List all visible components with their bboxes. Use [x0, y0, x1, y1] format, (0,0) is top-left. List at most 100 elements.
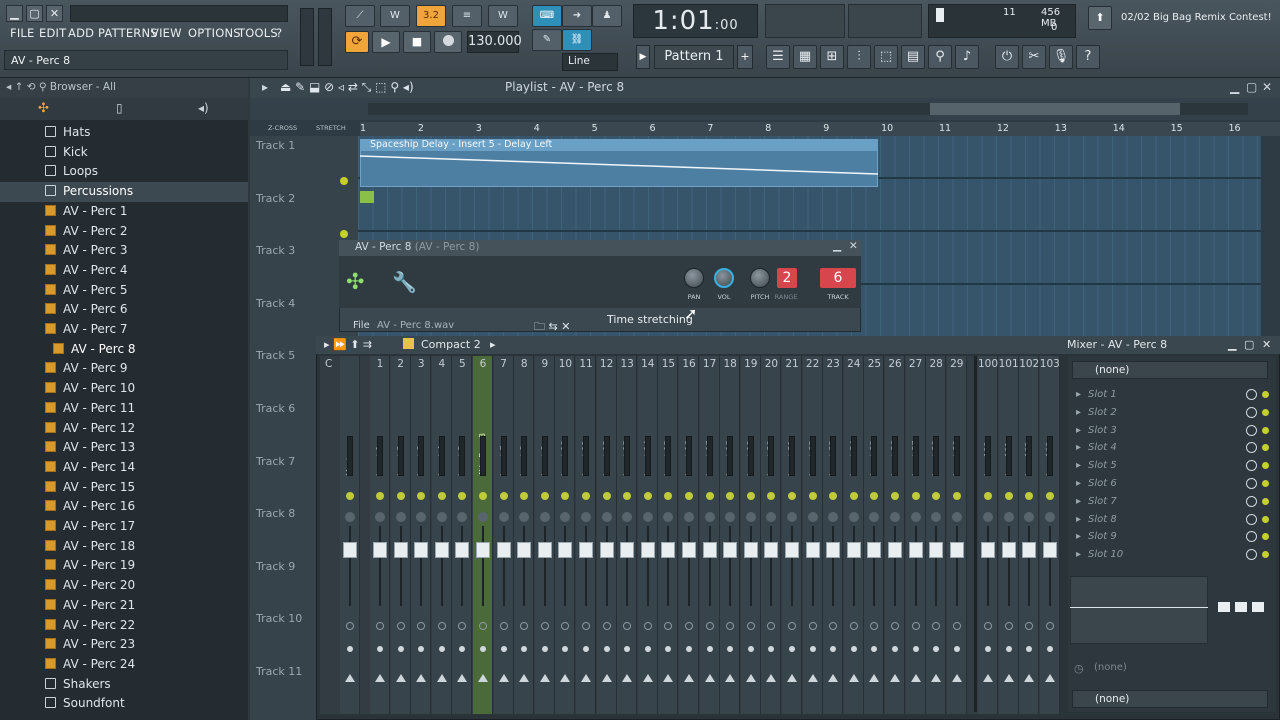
- pan-knob[interactable]: [869, 512, 880, 522]
- pan-knob[interactable]: [395, 512, 406, 522]
- pan-knob[interactable]: [1003, 512, 1014, 522]
- send-arrow-icon[interactable]: [601, 674, 612, 682]
- send-arrow-icon[interactable]: [457, 674, 468, 682]
- send-arrow-icon[interactable]: [416, 674, 427, 682]
- enable-led[interactable]: [540, 492, 549, 500]
- volume-fader[interactable]: [949, 542, 964, 558]
- volume-fader[interactable]: [867, 542, 882, 558]
- send-arrow-icon[interactable]: [869, 674, 880, 682]
- send-arrow-icon[interactable]: [910, 674, 921, 682]
- plugin-database-icon[interactable]: ⚲: [928, 45, 952, 69]
- slot-enable-led[interactable]: [1262, 444, 1269, 452]
- effect-slot[interactable]: ▸ Slot 8: [1072, 511, 1272, 529]
- slot-enable-led[interactable]: [1262, 551, 1269, 559]
- browser-folder[interactable]: Kick: [0, 143, 248, 163]
- enable-led[interactable]: [561, 492, 570, 500]
- volume-fader[interactable]: [373, 542, 387, 558]
- send-arrow-icon[interactable]: [1003, 674, 1014, 682]
- enable-led[interactable]: [911, 492, 920, 500]
- playlist-icon[interactable]: ☰: [766, 45, 790, 69]
- route-indicator[interactable]: [933, 646, 940, 652]
- master-pitch-slider[interactable]: [318, 8, 332, 66]
- slot-mix-knob[interactable]: [1246, 513, 1257, 525]
- send-arrow-icon[interactable]: [983, 674, 993, 682]
- slot-enable-led[interactable]: [1262, 533, 1269, 541]
- slot-arrow-icon[interactable]: ▸: [1076, 493, 1081, 510]
- stereo-separation-knob[interactable]: [1025, 622, 1034, 630]
- snap-icon[interactable]: ✣: [38, 101, 49, 116]
- route-indicator[interactable]: [789, 646, 795, 652]
- route-indicator[interactable]: [377, 646, 383, 652]
- tool-icons[interactable]: ⏏ ✎ ⬓ ⊘ ◃ ⇄ ⤡ ⬚ ⚲ ◂): [280, 80, 414, 95]
- volume-fader[interactable]: [908, 542, 923, 558]
- send-arrow-icon[interactable]: [951, 674, 962, 682]
- browser-file[interactable]: AV - Perc 12: [0, 419, 248, 439]
- slot-arrow-icon[interactable]: ▸: [1076, 457, 1081, 474]
- enable-led[interactable]: [417, 492, 426, 500]
- pan-knob[interactable]: [890, 512, 900, 522]
- pan-knob[interactable]: [931, 512, 942, 522]
- mixer-track-value[interactable]: 6: [820, 268, 856, 288]
- slot-enable-led[interactable]: [1262, 408, 1269, 416]
- volume-fader[interactable]: [743, 542, 758, 558]
- route-indicator[interactable]: [562, 646, 569, 652]
- pan-knob[interactable]: [345, 512, 355, 522]
- stereo-separation-knob[interactable]: [643, 622, 652, 630]
- send-arrow-icon[interactable]: [704, 674, 715, 682]
- document-icon[interactable]: ▯: [116, 101, 123, 115]
- browser-folder[interactable]: Soundfont: [0, 694, 248, 714]
- route-indicator[interactable]: [644, 646, 651, 652]
- mixer-strip[interactable]: 8Insert 8: [514, 356, 535, 714]
- browser-file[interactable]: AV - Perc 4: [0, 261, 248, 281]
- browser-file[interactable]: AV - Perc 1: [0, 202, 248, 222]
- volume-fader[interactable]: [393, 542, 408, 558]
- route-indicator[interactable]: [1005, 646, 1012, 652]
- browser-icon[interactable]: ▤: [901, 45, 925, 69]
- volume-fader[interactable]: [846, 542, 861, 558]
- mixer-strip[interactable]: 12Insert 12: [596, 356, 617, 714]
- send-arrow-icon[interactable]: [622, 674, 633, 682]
- browser-file[interactable]: AV - Perc 6: [0, 300, 248, 320]
- speaker-icon[interactable]: ◂): [198, 101, 209, 115]
- slot-arrow-icon[interactable]: ▸: [1076, 546, 1081, 563]
- enable-led[interactable]: [346, 492, 354, 500]
- menu-patterns[interactable]: PATTERNS: [98, 26, 158, 40]
- slot-arrow-icon[interactable]: ▸: [1076, 386, 1081, 403]
- stereo-separation-knob[interactable]: [808, 622, 817, 630]
- stereo-separation-knob[interactable]: [602, 622, 611, 630]
- blend-notes-button[interactable]: W: [488, 5, 518, 27]
- volume-fader[interactable]: [599, 542, 614, 558]
- close-icon[interactable]: ✕: [1262, 80, 1272, 94]
- slot-mix-knob[interactable]: [1246, 531, 1257, 543]
- browser-file[interactable]: AV - Perc 5: [0, 281, 248, 301]
- scroll-thumb[interactable]: [930, 103, 1180, 115]
- enable-led[interactable]: [376, 492, 384, 500]
- track-label[interactable]: Track 7: [256, 455, 295, 468]
- link-button[interactable]: ⛓: [562, 29, 592, 51]
- master-volume-slider[interactable]: [300, 8, 314, 66]
- stereo-separation-knob[interactable]: [932, 622, 941, 630]
- volume-fader[interactable]: [455, 542, 470, 558]
- browser-file[interactable]: AV - Perc 15: [0, 478, 248, 498]
- browser-file[interactable]: AV - Perc 7: [0, 320, 248, 340]
- news-ticker[interactable]: 02/02 Big Bag Remix Contest!: [1117, 6, 1277, 30]
- play-icon[interactable]: ▶: [372, 31, 400, 53]
- slot-mix-knob[interactable]: [1246, 389, 1257, 400]
- typing-keyboard-button[interactable]: ⌨: [532, 5, 562, 27]
- route-indicator[interactable]: [624, 646, 631, 652]
- enable-led[interactable]: [705, 492, 714, 500]
- arrow-icon[interactable]: ◂ ↑ ⟲ ⚲: [6, 81, 50, 93]
- browser-file[interactable]: AV - Perc 17: [0, 517, 248, 537]
- effect-slot[interactable]: ▸ Slot 3: [1072, 422, 1272, 440]
- stereo-separation-knob[interactable]: [952, 622, 961, 630]
- plugin-picker-icon[interactable]: ⬚: [874, 45, 898, 69]
- mixer-strip[interactable]: 10Insert 10: [555, 356, 576, 714]
- slot-mix-knob[interactable]: [1246, 424, 1257, 436]
- track-label[interactable]: Track 8: [256, 507, 295, 520]
- send-arrow-icon[interactable]: [581, 674, 591, 682]
- mixer-strip[interactable]: 14Insert 14: [637, 356, 658, 714]
- mixer-strip[interactable]: 9Insert 9: [534, 356, 555, 714]
- pan-knob[interactable]: [725, 512, 736, 522]
- wrench-icon[interactable]: 🔧: [392, 270, 417, 294]
- browser-file[interactable]: AV - Perc 20: [0, 576, 248, 596]
